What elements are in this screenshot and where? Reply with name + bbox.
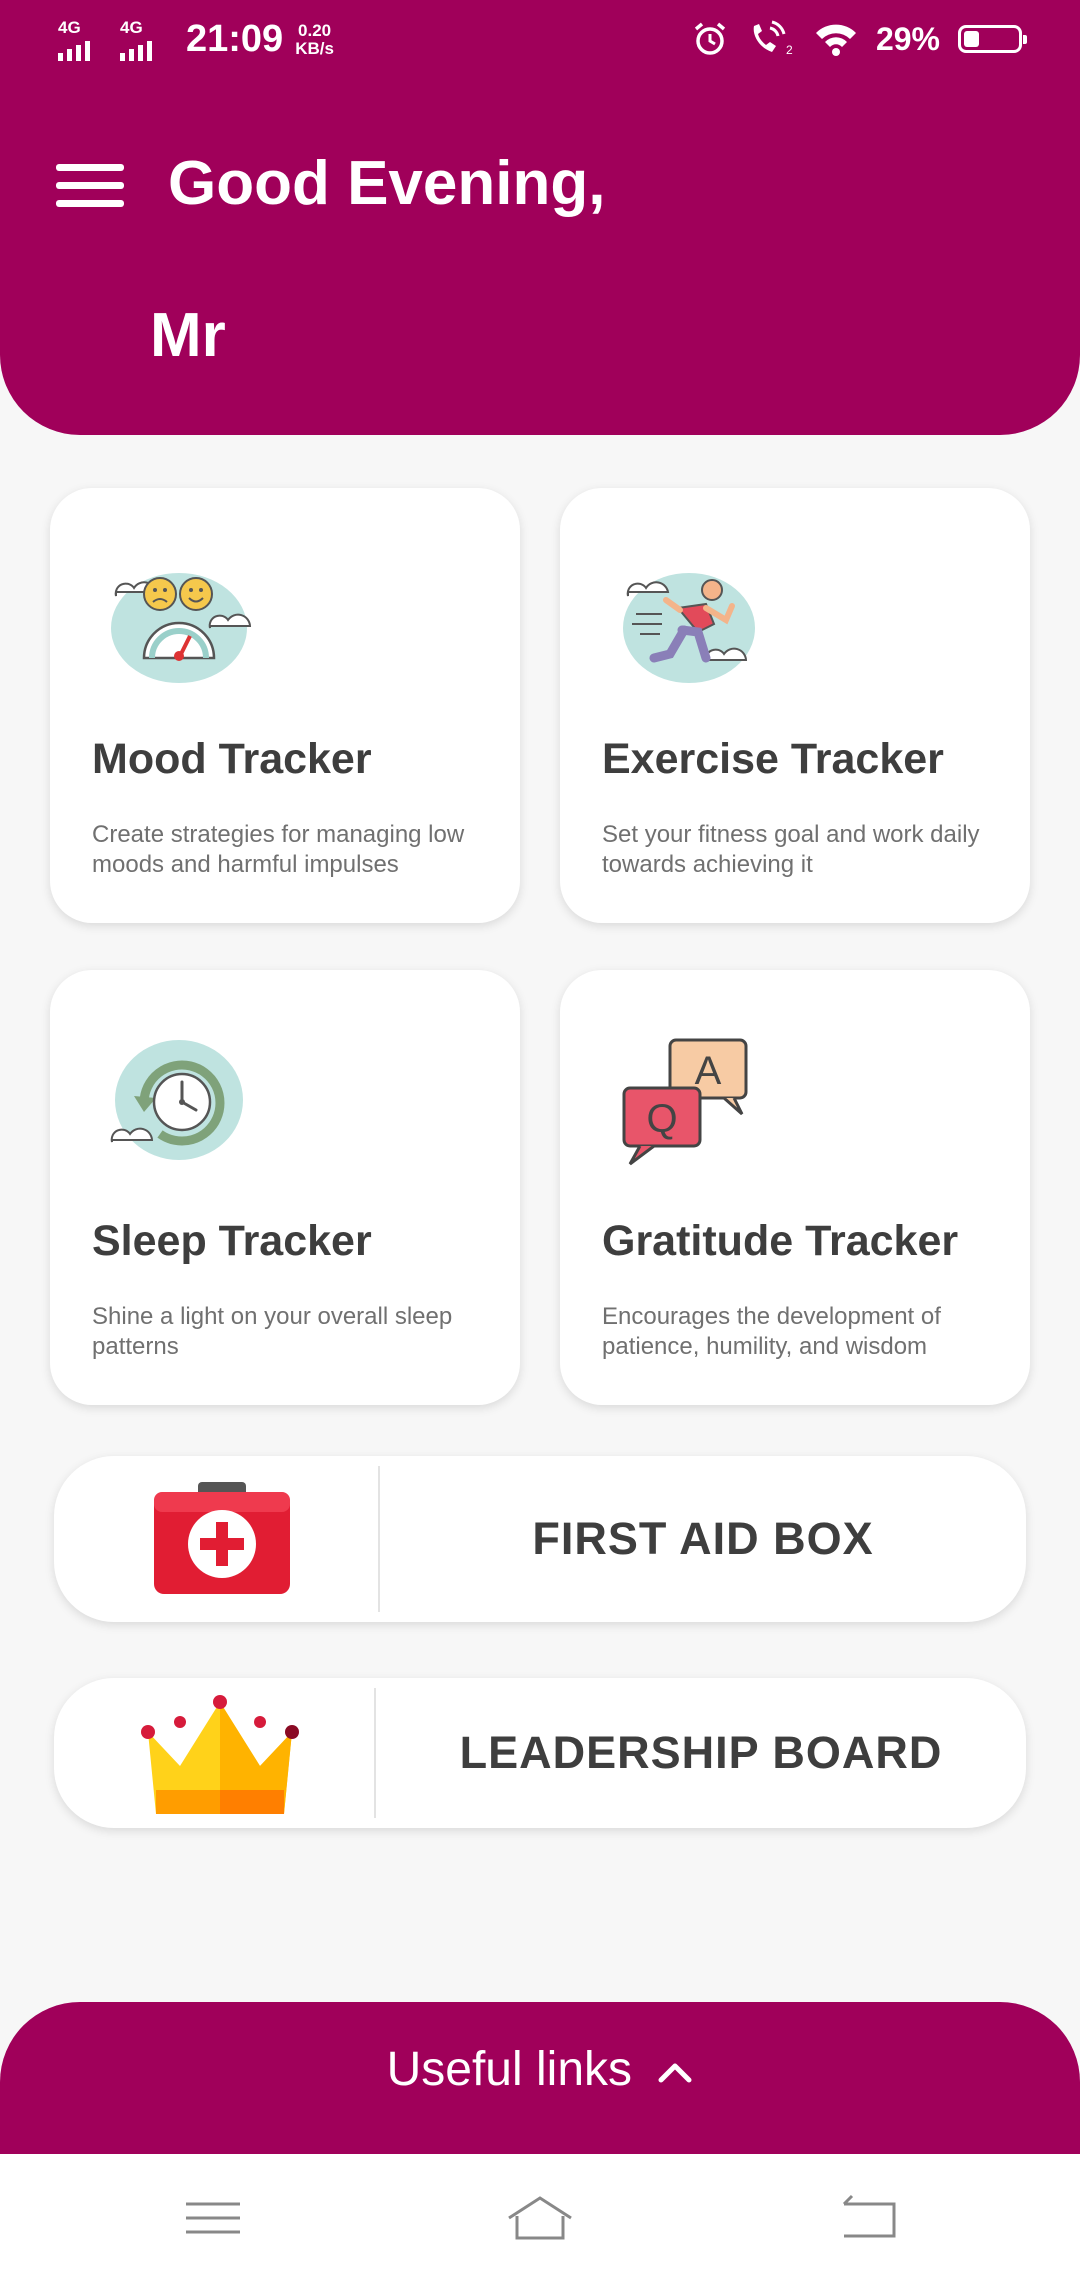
- battery-percent: 29%: [875, 20, 940, 57]
- card-description: Shine a light on your overall sleep patt…: [92, 1303, 453, 1360]
- status-time: 21:09: [186, 18, 284, 60]
- leadership-board-button[interactable]: LEADERSHIP BOARD: [54, 1678, 1026, 1828]
- svg-text:A: A: [695, 1049, 722, 1093]
- card-exercise-tracker[interactable]: Exercise Tracker Set your fitness goal a…: [560, 488, 1030, 923]
- wifi-icon: [815, 24, 856, 56]
- card-title: Sleep Tracker: [92, 1217, 372, 1265]
- card-gratitude-tracker[interactable]: A Q Gratitude Tracker Encourages the dev…: [560, 970, 1030, 1405]
- network-type-2: 4G: [120, 17, 143, 37]
- speed-value: 0.20: [298, 20, 332, 40]
- card-description: Set your fitness goal and work daily tow…: [602, 821, 980, 878]
- battery-fill: [964, 31, 979, 47]
- card-title: Gratitude Tracker: [602, 1217, 959, 1265]
- useful-links-button[interactable]: Useful links: [0, 2002, 1080, 2154]
- chevron-up-icon: [658, 2063, 692, 2083]
- card-title: Mood Tracker: [92, 735, 372, 783]
- mood-meter-icon: [111, 573, 252, 683]
- signal-icon: 4G: [58, 19, 108, 61]
- crown-icon: [141, 1695, 299, 1814]
- speed-unit: KB/s: [295, 38, 334, 58]
- svg-text:Q: Q: [646, 1097, 677, 1141]
- network-type-1: 4G: [58, 17, 81, 37]
- leadership-board-label: LEADERSHIP BOARD: [459, 1727, 943, 1778]
- card-description: Encourages the development of patience, …: [602, 1303, 941, 1360]
- first-aid-kit-icon: [154, 1482, 290, 1594]
- signal-icon-2: 4G: [120, 19, 170, 61]
- app-header: 4G 4G 21:09 0.20 KB/s 2 29% Good Evening…: [0, 0, 1080, 435]
- home-icon[interactable]: [505, 2190, 575, 2246]
- hamburger-menu-icon[interactable]: [56, 160, 124, 212]
- qa-chat-icon: A Q: [622, 1038, 748, 1166]
- back-icon[interactable]: [832, 2190, 902, 2246]
- useful-links-label: Useful links: [386, 2043, 633, 2096]
- first-aid-box-button[interactable]: FIRST AID BOX: [54, 1456, 1026, 1622]
- alarm-icon: [694, 22, 726, 55]
- clock-icon: [110, 1040, 243, 1160]
- battery-icon: [958, 25, 1027, 53]
- card-mood-tracker[interactable]: Mood Tracker Create strategies for manag…: [50, 488, 520, 923]
- svg-text:2: 2: [786, 43, 793, 57]
- network-speed: 0.20 KB/s: [295, 20, 334, 58]
- card-description: Create strategies for managing low moods…: [92, 821, 465, 878]
- system-nav-bar: [0, 2154, 1080, 2280]
- runner-icon: [623, 573, 755, 683]
- greeting-text: Good Evening,: [168, 149, 606, 218]
- user-name: Mr: [150, 301, 226, 370]
- wifi-calling-icon: 2: [753, 20, 793, 57]
- card-sleep-tracker[interactable]: Sleep Tracker Shine a light on your over…: [50, 970, 520, 1405]
- first-aid-box-label: FIRST AID BOX: [532, 1513, 874, 1564]
- status-bar: 4G 4G 21:09 0.20 KB/s 2 29%: [0, 0, 1080, 84]
- card-title: Exercise Tracker: [602, 735, 944, 783]
- recent-apps-icon[interactable]: [178, 2190, 248, 2246]
